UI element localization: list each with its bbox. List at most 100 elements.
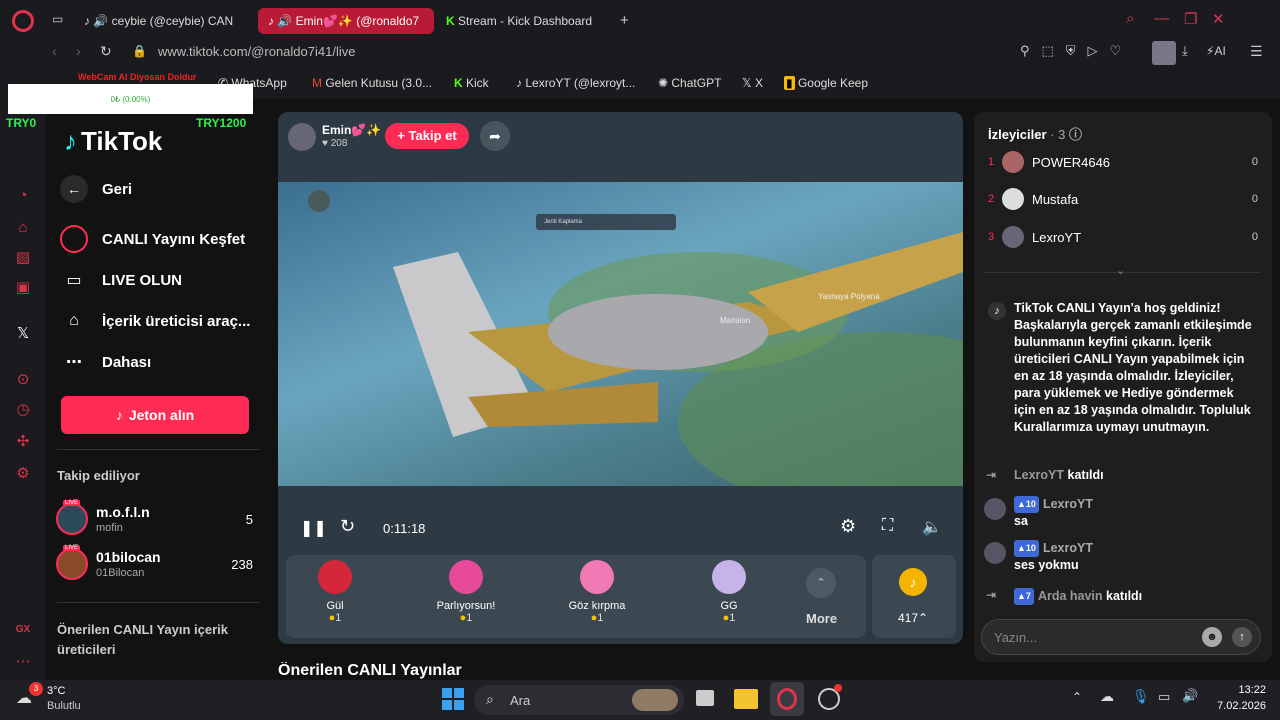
new-tab-button[interactable]: + — [620, 12, 629, 29]
workspace-icon[interactable]: ▭ — [52, 12, 63, 26]
player-icon[interactable]: ⊙ — [13, 370, 33, 390]
volume-icon[interactable]: 🔈 — [922, 517, 942, 537]
search-tabs-icon[interactable]: ⌕ — [1126, 10, 1134, 27]
chat-message: ▲10 LexroYT sa — [1014, 496, 1093, 529]
twitch-icon[interactable]: ▨ — [13, 248, 33, 268]
following-item[interactable]: LIVE m.o.f.l.n mofin 5 — [56, 500, 261, 537]
live-badge: LIVE — [63, 500, 81, 506]
join-icon: ⇥ — [986, 588, 997, 602]
bookmark-kick[interactable]: K Kick — [454, 76, 489, 90]
avatar — [56, 548, 88, 580]
viewer-row[interactable]: 1 POWER4646 0 — [988, 149, 1258, 175]
profile-avatar[interactable] — [1152, 41, 1176, 65]
bookmark-gmail[interactable]: M Gelen Kutusu (3.0... — [312, 76, 432, 90]
aria-ai-button[interactable]: ⚡AI — [1206, 44, 1226, 58]
gx-icon[interactable]: GX — [13, 620, 33, 640]
x-icon[interactable]: 𝕏 — [13, 324, 33, 344]
download-icon[interactable]: ⤓ — [1182, 43, 1188, 59]
gift-item[interactable]: GG ●1 — [664, 560, 794, 624]
opera-logo-icon[interactable] — [12, 10, 34, 32]
back-button[interactable]: ← Geri — [60, 172, 132, 206]
speed-dial-icon[interactable]: ◔ — [13, 186, 33, 206]
tab-ceybie[interactable]: ♪ 🔊 ceybie (@ceybie) CAN — [74, 8, 246, 34]
network-icon[interactable]: ▭ — [1158, 689, 1170, 705]
tray-chevron-icon[interactable]: ⌃ — [1072, 690, 1082, 704]
gift-item[interactable]: Parlıyorsun! ●1 — [401, 560, 531, 624]
settings-icon[interactable]: ⚙ — [840, 516, 856, 537]
forward-arrow-icon[interactable]: › — [76, 43, 81, 59]
tiktok-logo[interactable]: ♪ TikTok — [64, 126, 162, 157]
host-name[interactable]: Emin💕✨ — [322, 123, 381, 137]
tiktok-logo-icon: ♪ — [64, 126, 77, 156]
back-arrow-icon: ← — [60, 175, 88, 203]
pause-icon[interactable]: ❚❚ — [300, 518, 327, 538]
toolbar-icons[interactable]: ⚲⬚⛨▷♡ — [1020, 43, 1133, 59]
viewer-row[interactable]: 3 LexroYT 0 — [988, 224, 1258, 250]
bookmark-x[interactable]: 𝕏 X — [742, 76, 763, 90]
coin-balance[interactable]: ♪ 417⌃ — [872, 555, 956, 638]
tab-emin[interactable]: ♪ 🔊 Emin💕✨ (@ronaldo7 — [258, 8, 434, 34]
emoji-icon[interactable]: ☻ — [1202, 627, 1222, 647]
fullscreen-icon[interactable]: ⛶ — [882, 517, 893, 535]
volume-tray-icon[interactable]: 🔊 — [1182, 688, 1198, 704]
extensions-icon[interactable]: ✣ — [13, 432, 33, 452]
clock-date[interactable]: 7.02.2026 — [1206, 700, 1266, 712]
following-title: Takip ediliyor — [57, 468, 140, 483]
expand-chevron-icon[interactable]: ⌄ — [1116, 264, 1125, 277]
gift-item[interactable]: Göz kırpma ●1 — [532, 560, 662, 624]
onedrive-icon[interactable]: ☁ — [1100, 688, 1114, 705]
overlay-progress-text: 0₺ (0.00%) — [110, 95, 151, 104]
overlay-left-label: TRY0 — [6, 116, 37, 130]
send-icon[interactable]: ↑ — [1232, 627, 1252, 647]
opera-taskbar-button[interactable] — [770, 682, 804, 716]
ai-icon[interactable]: ⌂ — [13, 218, 33, 238]
tab-bar: ▭ ♪ 🔊 ceybie (@ceybie) CAN ♪ 🔊 Emin💕✨ (@… — [46, 0, 1280, 40]
more-icon[interactable]: ⋯ — [13, 652, 33, 672]
task-view-icon[interactable] — [696, 690, 714, 706]
back-arrow-icon[interactable]: ‹ — [52, 43, 57, 59]
menu-icon[interactable]: ☰ — [1250, 43, 1263, 60]
viewer-row[interactable]: 2 Mustafa 0 — [988, 186, 1258, 212]
close-button[interactable]: ✕ — [1212, 10, 1225, 28]
video-frame[interactable]: Jenti Kaplama Yasnaya Polyana Mansion — [278, 182, 963, 486]
file-explorer-icon[interactable] — [734, 689, 758, 709]
nav-go-live[interactable]: ▭ LIVE OLUN — [60, 263, 182, 297]
history-icon[interactable]: ◷ — [13, 400, 33, 420]
camera-icon: ▭ — [66, 272, 82, 289]
following-item[interactable]: LIVE 01bilocan 01Bilocan 238 — [56, 545, 261, 582]
mic-icon[interactable]: 🎙 — [1132, 688, 1150, 705]
buy-coins-button[interactable]: ♪ Jeton alın — [61, 396, 249, 434]
nav-more[interactable]: ⋯ Dahası — [60, 345, 151, 379]
nav-creator-tools[interactable]: ⌂ İçerik üreticisi araç... — [60, 304, 250, 338]
clock-time[interactable]: 13:22 — [1212, 684, 1266, 696]
live-badge: LIVE — [63, 545, 81, 551]
follow-button[interactable]: + Takip et — [385, 123, 469, 149]
taskbar-search[interactable]: ⌕ Ara — [474, 685, 684, 715]
reload-icon[interactable]: ↻ — [100, 43, 112, 60]
bookmark-google-keep[interactable]: ▮ Google Keep — [784, 76, 868, 90]
weather-desc: Bulutlu — [47, 700, 81, 712]
nav-explore-live[interactable]: CANLI Yayını Keşfet — [60, 222, 245, 256]
windows-start-icon[interactable] — [442, 688, 464, 710]
host-avatar[interactable] — [288, 123, 316, 151]
gift-item[interactable]: Gül ●1 — [278, 560, 400, 624]
chevron-up-icon[interactable]: ⌃ — [806, 568, 836, 598]
messenger-icon[interactable]: ▣ — [13, 278, 33, 298]
minimize-button[interactable]: — — [1154, 10, 1169, 27]
wink-icon — [580, 560, 614, 594]
suggested-title: Önerilen CANLI Yayın içerik üreticileri — [57, 622, 228, 657]
restore-button[interactable]: ❐ — [1184, 10, 1197, 28]
chat-input[interactable]: Yazın... ☻ ↑ — [981, 619, 1261, 655]
weather-temp: 3°C — [47, 685, 66, 697]
share-icon[interactable]: ➦ — [480, 121, 510, 151]
refresh-icon[interactable]: ↻ — [340, 516, 355, 537]
more-gifts-button[interactable]: More — [806, 611, 837, 626]
bookmark-lexroyt[interactable]: ♪ LexroYT (@lexroyt... — [516, 76, 635, 90]
join-message: LexroYT katıldı — [1014, 468, 1104, 482]
bookmark-chatgpt[interactable]: ✺ ChatGPT — [658, 76, 721, 90]
tab-kick[interactable]: K Stream - Kick Dashboard — [436, 8, 616, 34]
welcome-message: TikTok CANLI Yayın'a hoş geldiniz! Başka… — [1014, 301, 1252, 434]
url-field[interactable]: www.tiktok.com/@ronaldo7i41/live — [158, 44, 355, 59]
live-player: Emin💕✨ ♥ 208 + Takip et ➦ Jenti Kaplama … — [278, 112, 963, 644]
settings-icon[interactable]: ⚙ — [13, 464, 33, 484]
